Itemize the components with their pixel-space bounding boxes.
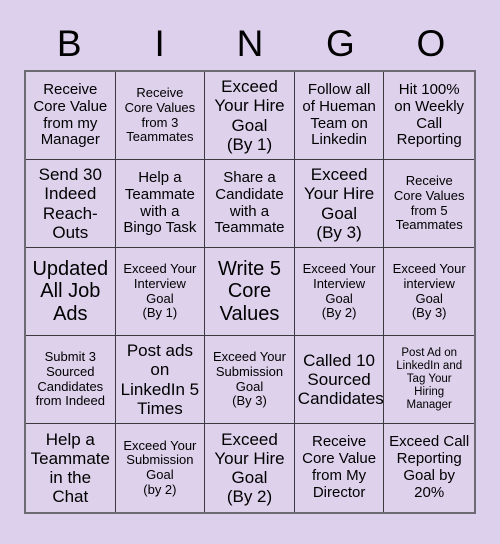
bingo-cell-label: Called 10 Sourced Candidates	[297, 350, 384, 409]
bingo-cell-label: Send 30 Indeed Reach- Outs	[38, 165, 102, 242]
bingo-cell[interactable]: Write 5 Core Values	[205, 248, 295, 336]
bingo-cell[interactable]: Exceed Your Submission Goal (by 2)	[115, 424, 206, 512]
bingo-cell[interactable]: Receive Core Value from My Director	[294, 424, 385, 512]
bingo-cell[interactable]: Receive Core Value from my Manager	[26, 72, 116, 160]
bingo-cell[interactable]: Exceed Your Hire Goal (By 3)	[294, 160, 385, 248]
bingo-cell-label: Help a Teammate with a Bingo Task	[123, 168, 197, 237]
bingo-cell-label: Exceed Your Hire Goal (By 1)	[214, 77, 285, 154]
bingo-cell-label: Receive Core Values from 5 Teammates	[393, 173, 465, 233]
bingo-cell[interactable]: Receive Core Values from 5 Teammates	[384, 160, 474, 248]
bingo-cell-label: Updated All Job Ads	[32, 257, 109, 325]
bingo-cell[interactable]: Post Ad on LinkedIn and Tag Your Hiring …	[384, 336, 474, 424]
bingo-cell[interactable]: Exceed Your Interview Goal (By 2)	[294, 248, 385, 336]
bingo-cell[interactable]: Updated All Job Ads	[26, 248, 116, 336]
bingo-cell[interactable]: Hit 100% on Weekly Call Reporting	[384, 72, 474, 160]
bingo-cell[interactable]: Exceed Your interview Goal (By 3)	[384, 248, 474, 336]
header-letter-b: B	[56, 22, 82, 64]
bingo-cell-label: Hit 100% on Weekly Call Reporting	[394, 80, 465, 149]
bingo-cell-label: Exceed Call Reporting Goal by 20%	[389, 433, 470, 501]
bingo-cell-label: Follow all of Hueman Team on Linkedin	[302, 80, 376, 149]
header-letter-n: N	[236, 22, 264, 64]
bingo-cell-label: Exceed Your interview Goal (By 3)	[392, 261, 466, 321]
bingo-cell-label: Exceed Your Hire Goal (By 2)	[214, 429, 285, 507]
bingo-cell-label: Exceed Your Submission Goal (By 3)	[212, 349, 286, 409]
bingo-cell[interactable]: Help a Teammate in the Chat	[26, 424, 116, 512]
bingo-cell[interactable]: Post ads on LinkedIn 5 Times	[115, 336, 206, 424]
bingo-cell-label: Help a Teammate in the Chat	[30, 429, 110, 507]
bingo-cell-label: Post Ad on LinkedIn and Tag Your Hiring …	[396, 347, 463, 411]
bingo-cell[interactable]: Exceed Your Interview Goal (By 1)	[115, 248, 206, 336]
header-letter-g: G	[326, 22, 355, 64]
bingo-cell-label: Receive Core Values from 3 Teammates	[124, 85, 196, 145]
bingo-cell[interactable]: Exceed Your Hire Goal (By 2)	[205, 424, 295, 512]
bingo-cell[interactable]: Receive Core Values from 3 Teammates	[115, 72, 206, 160]
bingo-cell[interactable]: Submit 3 Sourced Candidates from Indeed	[26, 336, 116, 424]
header-letter-o: O	[416, 22, 446, 64]
bingo-cell[interactable]: Exceed Your Hire Goal (By 1)	[205, 72, 295, 160]
bingo-cell[interactable]: Called 10 Sourced Candidates	[294, 336, 385, 424]
bingo-grid: Receive Core Value from my Manager Receiv…	[24, 70, 476, 514]
bingo-cell-label: Receive Core Value from My Director	[302, 433, 377, 501]
bingo-header-row: B I N G O	[24, 16, 476, 70]
bingo-cell[interactable]: Share a Candidate with a Teammate	[205, 160, 295, 248]
bingo-cell[interactable]: Help a Teammate with a Bingo Task	[115, 160, 206, 248]
bingo-cell[interactable]: Follow all of Hueman Team on Linkedin	[294, 72, 385, 160]
bingo-cell-label: Exceed Your Submission Goal (by 2)	[123, 437, 197, 497]
bingo-cell-label: Exceed Your Interview Goal (By 1)	[123, 261, 197, 321]
bingo-cell-label: Write 5 Core Values	[218, 257, 281, 325]
header-letter-i: I	[154, 22, 165, 64]
bingo-cell[interactable]: Send 30 Indeed Reach- Outs	[26, 160, 116, 248]
bingo-cell-label: Exceed Your Interview Goal (By 2)	[302, 261, 376, 321]
bingo-cell-label: Submit 3 Sourced Candidates from Indeed	[35, 349, 105, 409]
bingo-cell-label: Share a Candidate with a Teammate	[214, 168, 285, 237]
bingo-cell[interactable]: Exceed Your Submission Goal (By 3)	[205, 336, 295, 424]
bingo-cell-label: Receive Core Value from my Manager	[33, 80, 108, 149]
bingo-cell[interactable]: Exceed Call Reporting Goal by 20%	[384, 424, 474, 512]
bingo-cell-label: Exceed Your Hire Goal (By 3)	[303, 165, 375, 242]
bingo-cell-label: Post ads on LinkedIn 5 Times	[120, 341, 200, 418]
bingo-card: B I N G O Receive Core Value from my Man…	[0, 0, 500, 544]
